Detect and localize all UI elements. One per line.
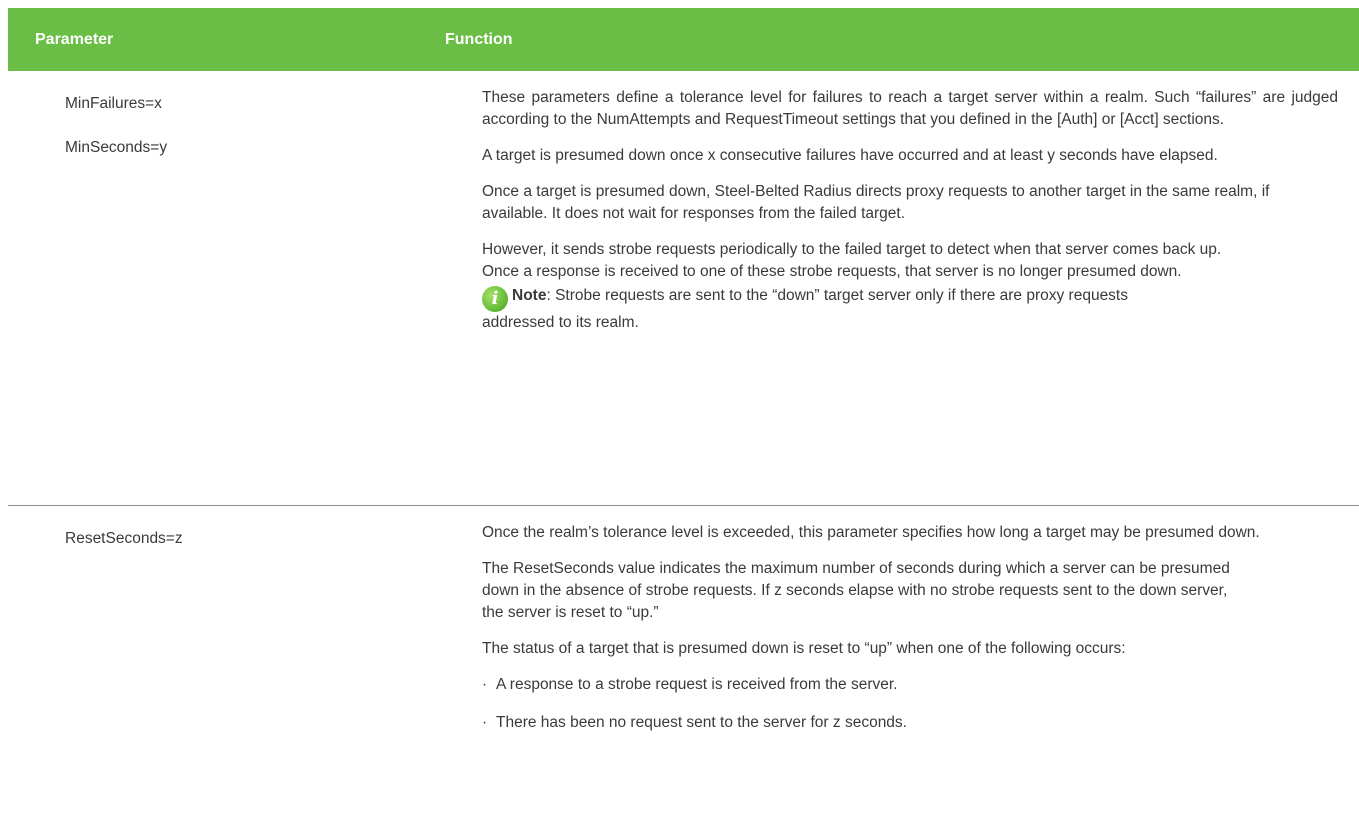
function-cell: Once the realm’s tolerance level is exce… xyxy=(482,522,1302,750)
function-paragraph: A target is presumed down once x consecu… xyxy=(482,147,1218,164)
parameter-cell: MinFailures=x MinSeconds=y xyxy=(65,93,167,181)
parameter-name: MinFailures=x xyxy=(65,95,162,112)
list-item: · There has been no request sent to the s… xyxy=(482,712,1302,734)
note-text: : Strobe requests are sent to the “down”… xyxy=(482,287,1128,331)
bullet-icon: · xyxy=(482,714,488,731)
list-item: · A response to a strobe request is recei… xyxy=(482,674,1302,696)
column-header-function: Function xyxy=(445,31,513,48)
bullet-icon: · xyxy=(482,676,488,693)
info-icon: i xyxy=(482,286,508,312)
note-callout: i Note: Strobe requests are sent to the “… xyxy=(482,285,1202,334)
parameter-name: ResetSeconds=z xyxy=(65,530,183,547)
table-row: ResetSeconds=z Once the realm’s toleranc… xyxy=(8,506,1359,836)
parameter-cell: ResetSeconds=z xyxy=(65,528,183,572)
function-paragraph: The status of a target that is presumed … xyxy=(482,640,1126,657)
function-paragraph: The ResetSeconds value indicates the max… xyxy=(482,560,1230,621)
table-row: MinFailures=x MinSeconds=y These paramet… xyxy=(8,71,1359,506)
parameter-table: Parameter Function MinFailures=x MinSeco… xyxy=(8,8,1359,836)
note-label: Note xyxy=(512,287,547,304)
function-paragraph: These parameters define a tolerance leve… xyxy=(482,89,1338,128)
list-item-text: A response to a strobe request is receiv… xyxy=(496,676,898,693)
function-cell: These parameters define a tolerance leve… xyxy=(482,87,1338,348)
parameter-name: MinSeconds=y xyxy=(65,139,168,156)
function-paragraph: Once a target is presumed down, Steel-Be… xyxy=(482,183,1270,222)
table-header: Parameter Function xyxy=(8,8,1359,71)
bullet-list: · A response to a strobe request is recei… xyxy=(482,674,1302,734)
list-item-text: There has been no request sent to the se… xyxy=(496,714,907,731)
column-header-parameter: Parameter xyxy=(35,31,114,48)
function-paragraph: Once the realm’s tolerance level is exce… xyxy=(482,524,1260,541)
function-paragraph: However, it sends strobe requests period… xyxy=(482,241,1222,280)
